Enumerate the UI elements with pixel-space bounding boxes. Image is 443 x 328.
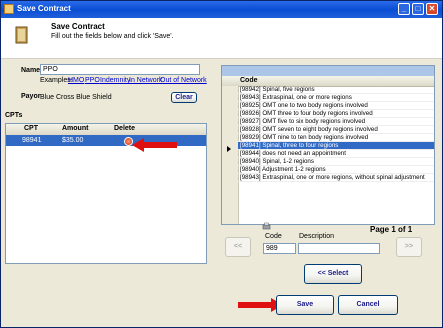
page-indicator: Page 1 of 1	[370, 225, 413, 234]
example-in-network-link[interactable]: In Network	[129, 77, 162, 84]
title-bar: Save Contract _ □ ✕	[1, 1, 442, 18]
red-arrow-icon	[132, 138, 177, 152]
list-item[interactable]: [98929] OMT nine to ten body regions inv…	[238, 134, 434, 142]
list-item[interactable]: [98926] OMT three to four body regions i…	[238, 110, 434, 118]
window-title: Save Contract	[17, 4, 71, 13]
example-ppo-link[interactable]: PPO	[85, 77, 100, 84]
name-label: Name	[21, 67, 41, 74]
header-subtitle: Fill out the fields below and click 'Sav…	[51, 33, 174, 40]
list-item[interactable]: [98943] Extraspinal, one or more regions…	[238, 174, 434, 182]
code-filter-input[interactable]: 989	[263, 243, 296, 254]
example-indemnity-link[interactable]: Indemnity	[100, 77, 130, 84]
list-item[interactable]: [98943] Extraspinal, one or more regions	[238, 94, 434, 102]
list-item[interactable]: [98927] OMT five to six body regions inv…	[238, 118, 434, 126]
row-indicator-column	[222, 86, 239, 224]
list-item[interactable]: [98942] Spinal, five regions	[238, 86, 434, 94]
payor-label: Payor	[21, 93, 41, 100]
list-item[interactable]: [98925] OMT one to two body regions invo…	[238, 102, 434, 110]
code-list: Code [98942] Spinal, five regions [98943]…	[221, 65, 435, 225]
cancel-button[interactable]: Cancel	[338, 295, 398, 315]
prev-page-button[interactable]: <<	[225, 237, 251, 257]
row-pointer-icon	[227, 146, 231, 152]
select-button[interactable]: << Select	[304, 264, 362, 284]
code-filter-label: Code	[265, 233, 282, 240]
next-page-button[interactable]: >>	[396, 237, 422, 257]
example-hmo-link[interactable]: HMO	[68, 77, 84, 84]
close-button[interactable]: ✕	[426, 3, 438, 15]
minimize-button[interactable]: _	[398, 3, 410, 15]
delete-column-header: Delete	[114, 125, 136, 132]
cpts-label: CPTs	[5, 112, 23, 119]
list-item[interactable]: [98928] OMT seven to eight body regions …	[238, 126, 434, 134]
cpt-cell: 98941	[22, 137, 42, 144]
amount-cell: $35.00	[62, 137, 84, 144]
clear-button[interactable]: Clear	[171, 92, 197, 103]
cpt-column-header: CPT	[24, 125, 38, 132]
amount-column-header: Amount	[62, 125, 89, 132]
app-icon	[4, 4, 14, 14]
save-contract-window: Save Contract _ □ ✕ Save Contract Fill o…	[0, 0, 443, 328]
printer-icon[interactable]	[262, 222, 271, 231]
save-button[interactable]: Save	[276, 295, 334, 315]
header-panel: Save Contract Fill out the fields below …	[1, 18, 442, 59]
header-title: Save Contract	[51, 22, 105, 31]
list-item[interactable]: [98940] Adjustment 1-2 regions	[238, 166, 434, 174]
description-filter-input[interactable]	[298, 243, 380, 254]
list-item[interactable]: [98940] Spinal, 1-2 regions	[238, 158, 434, 166]
description-filter-label: Description	[299, 233, 335, 240]
payor-value: Blue Cross Blue Shield	[40, 94, 112, 101]
code-column-header: Code	[240, 77, 258, 84]
list-item[interactable]: [98941] Spinal, three to four regions	[238, 142, 434, 150]
example-out-of-network-link[interactable]: Out of Network	[160, 77, 207, 84]
book-icon	[15, 26, 28, 44]
name-field[interactable]: PPO	[40, 64, 200, 75]
list-item[interactable]: [98944] does not need an appointment	[238, 150, 434, 158]
code-list-group-bar	[222, 66, 434, 76]
maximize-button[interactable]: □	[412, 3, 424, 15]
